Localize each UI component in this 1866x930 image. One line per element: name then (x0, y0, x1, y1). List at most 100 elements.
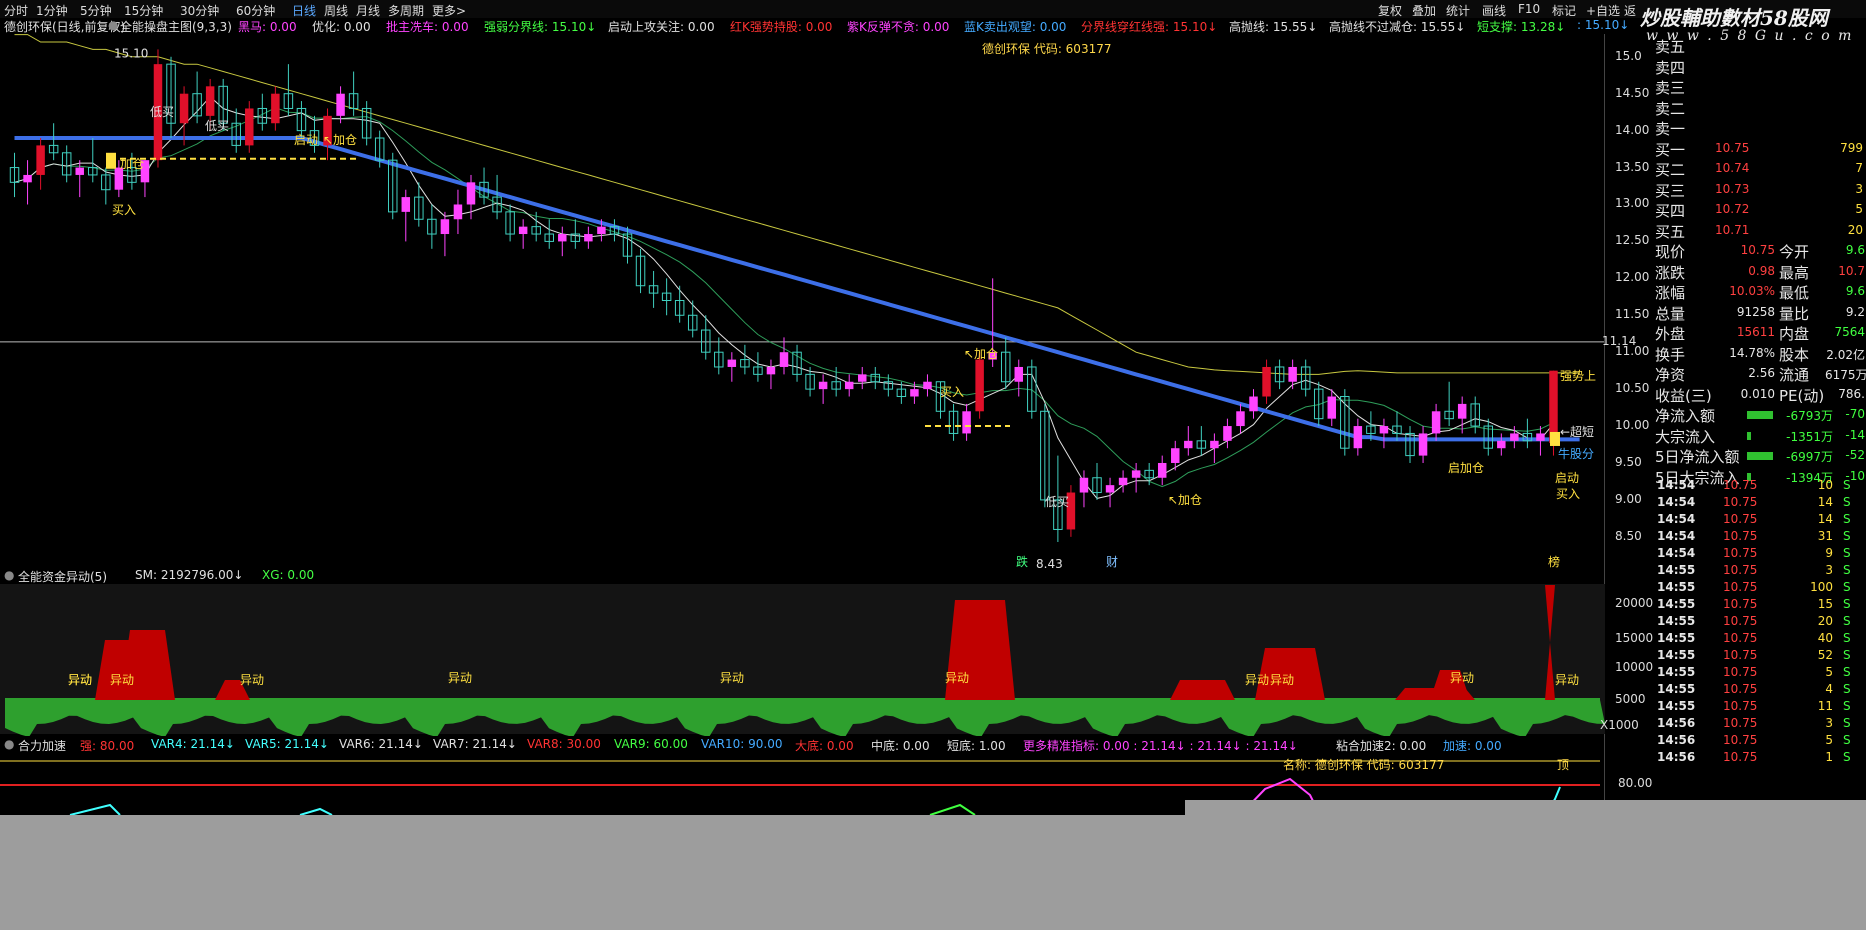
price-axis-label-9: 11.00 (1615, 344, 1650, 359)
price-axis: 15.0 14.50 14.00 13.50 13.00 12.50 12.00 11.50 1… (1602, 34, 1655, 569)
status-bar (0, 815, 1866, 930)
tick-side-13: S (1843, 699, 1851, 713)
panel3-collapse-icon[interactable]: ● (4, 737, 14, 751)
quote-label-5: 换手 (1655, 345, 1686, 364)
price-axis-label-3: 13.50 (1615, 159, 1650, 174)
tick-time-16: 14:56 (1657, 750, 1696, 764)
indicator-item-10: 高抛线不过减仓: 15.55↓ (1329, 20, 1466, 34)
tick-price-12: 10.75 (1723, 682, 1758, 696)
candle-body (401, 197, 411, 212)
period-tab-6[interactable]: 日线 (292, 2, 316, 19)
candle-body (962, 411, 971, 434)
flow-label-10: 异动 (68, 673, 92, 687)
panel2-axis-label-4: X1000 (1600, 718, 1639, 732)
tick-volume-5: 3 (1825, 563, 1833, 577)
panel2-axis-label-0: 20000 (1615, 596, 1654, 610)
tool-4[interactable]: F10 (1518, 2, 1540, 16)
tool-7[interactable]: 返 (1624, 2, 1636, 19)
panel2-axis: 20000 15000 10000 5000 X1000 (1600, 584, 1655, 736)
period-tab-3[interactable]: 15分钟 (124, 2, 163, 19)
panel2-axis-label-2: 10000 (1615, 660, 1654, 674)
tick-volume-1: 14 (1817, 495, 1833, 509)
panel3-title[interactable]: 合力加速 (18, 737, 66, 754)
period-tab-5[interactable]: 60分钟 (236, 2, 275, 19)
panel2-axis-label-1: 15000 (1615, 631, 1654, 645)
price-axis-label-7: 11.50 (1615, 307, 1650, 322)
tick-volume-8: 20 (1817, 614, 1833, 628)
candle-body (336, 93, 345, 116)
panel3-item-3: VAR6: 21.14↓ (339, 737, 423, 751)
tick-volume-11: 5 (1825, 665, 1833, 679)
indicator-item-4: 启动上攻关注: 0.00 (608, 20, 715, 34)
tool-3[interactable]: 画线 (1482, 2, 1506, 19)
candle-body (584, 234, 593, 242)
quote-label2-0: 今开 (1779, 243, 1810, 261)
bid-price-4: 10.71 (1715, 222, 1750, 237)
flow-label-2: 异动 (240, 673, 264, 687)
period-tab-10[interactable]: 更多> (432, 2, 466, 19)
ask-level-1: 卖四 (1655, 58, 1686, 77)
tick-volume-4: 9 (1825, 546, 1833, 560)
tick-volume-9: 40 (1817, 631, 1833, 645)
indicator-item-0: 黑马: 0.00 (238, 20, 297, 34)
chart-annotation-6: ↖加仓 (323, 133, 357, 147)
period-tab-8[interactable]: 月线 (356, 2, 380, 19)
period-tab-7[interactable]: 周线 (324, 2, 348, 19)
fund-flow-panel[interactable]: 异动 异动 异动 异动 异动 异动 异动 异动 异动 异动异动 (0, 584, 1605, 736)
quote-value2-3: 9.2 (1845, 304, 1865, 319)
period-tab-9[interactable]: 多周期 (388, 2, 424, 19)
panel2-collapse-icon[interactable]: ● (4, 568, 14, 582)
indicator-item-12: : 15.10↓ (1577, 18, 1630, 32)
quote-value-1: 0.98 (1748, 263, 1775, 278)
watermark-logo: 炒股輔助數材58股网 (1640, 6, 1828, 30)
candle-body (766, 366, 776, 375)
tool-6[interactable]: +自选 (1586, 2, 1620, 19)
tool-2[interactable]: 统计 (1446, 2, 1470, 19)
tick-price-2: 10.75 (1723, 512, 1758, 526)
tick-side-6: S (1843, 580, 1851, 594)
tick-price-4: 10.75 (1723, 546, 1758, 560)
ask-level-0: 卖五 (1655, 38, 1686, 56)
tick-time-12: 14:55 (1657, 682, 1696, 696)
period-tab-1[interactable]: 1分钟 (36, 2, 68, 19)
candle-body (910, 389, 919, 397)
indicator-item-6: 紫K反弹不贪: 0.00 (847, 20, 950, 34)
flow-bar-0 (1747, 411, 1773, 419)
quote-value2-7: 786. (1838, 386, 1865, 401)
tool-1[interactable]: 叠加 (1412, 2, 1436, 19)
tool-5[interactable]: 标记 (1552, 2, 1576, 19)
candle-body (1118, 477, 1128, 486)
quote-value2-2: 9.6 (1845, 284, 1865, 298)
settings-circle-icon[interactable]: ● (108, 18, 118, 32)
ask-level-2: 卖三 (1655, 79, 1686, 97)
candle-body (453, 204, 463, 220)
period-tab-2[interactable]: 5分钟 (80, 2, 112, 19)
bid-volume-3: 5 (1855, 202, 1863, 216)
tick-side-2: S (1843, 512, 1851, 526)
panel3-item-11: 更多精准指标: 0.00 : 21.14↓ : 21.14↓ : 21.14↓ (1023, 739, 1298, 753)
period-tab-0[interactable]: 分时 (4, 2, 28, 19)
ma5-line (14, 95, 1554, 499)
flow-spike-5 (1170, 680, 1235, 700)
panel3-item-9: 中底: 0.00 (871, 739, 930, 753)
chart-annotation-11: ↖加仓 (1168, 493, 1202, 507)
panel2-title[interactable]: 全能资金异动(5) (18, 568, 107, 585)
quote-label2-5: 股本 (1779, 345, 1810, 364)
indicator-name[interactable]: 全能操盘主图(9,3,3) (120, 18, 232, 35)
period-tab-4[interactable]: 30分钟 (180, 2, 219, 19)
tick-side-10: S (1843, 648, 1851, 662)
quote-value2-1: 10.7 (1838, 263, 1865, 278)
quote-label2-6: 流通 (1779, 366, 1810, 384)
tick-time-15: 14:56 (1657, 733, 1696, 747)
tick-time-7: 14:55 (1657, 597, 1696, 611)
tick-price-1: 10.75 (1723, 495, 1758, 509)
chart-annotation-2: 低买 (150, 105, 174, 119)
panel3-name-label: 名称: 德创环保 代码: 603177 (1283, 758, 1445, 772)
bid-volume-0: 799 (1840, 140, 1863, 155)
price-axis-label-1: 14.50 (1615, 85, 1650, 100)
candle-body (1157, 462, 1167, 478)
tick-volume-14: 3 (1825, 716, 1833, 730)
tool-0[interactable]: 复权 (1378, 2, 1402, 19)
tick-price-16: 10.75 (1723, 750, 1758, 764)
candlestick-chart[interactable]: 15.108.43低买低买低买启动 ↖加仓加仓买入↖加仓买入↖加仓启加仓启动买入强… (0, 34, 1605, 569)
